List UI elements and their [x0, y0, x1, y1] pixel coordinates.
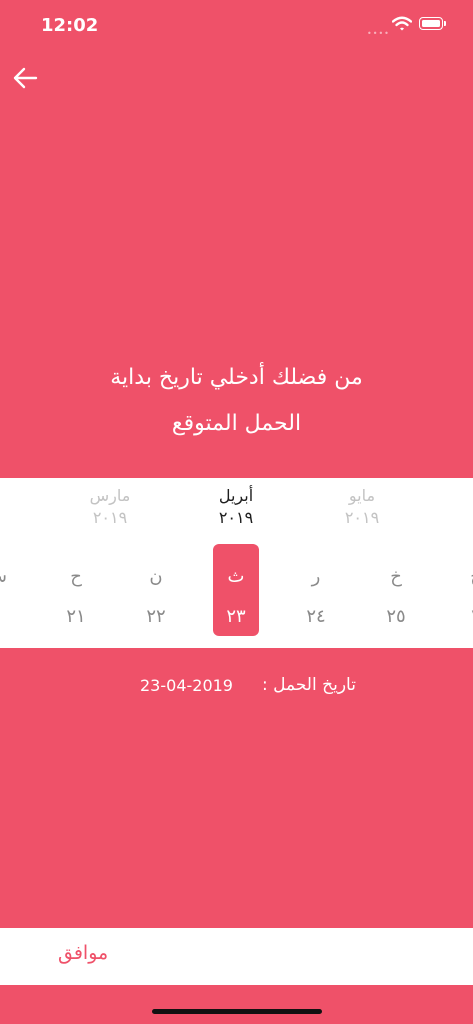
pregnancy-date-label: تاريخ الحمل : [262, 675, 356, 695]
pregnancy-date-value: 23-04-2019 [140, 676, 233, 695]
month-name: أبريل [218, 486, 254, 505]
home-indicator [152, 1009, 322, 1014]
month-year: ٢٠١٩ [218, 508, 254, 527]
status-bar: 12:02 •••• [0, 0, 473, 50]
month-item[interactable]: مايو ٢٠١٩ [317, 486, 407, 530]
day-number: ٢١ [66, 606, 86, 627]
day-letter: خ [390, 566, 402, 587]
day-item-selected[interactable]: ث ٢٣ [213, 544, 259, 636]
month-item[interactable]: فـ ١ [0, 486, 37, 530]
day-number: ٠ [0, 606, 19, 628]
month-item[interactable]: مارس ٢٠١٩ [65, 486, 155, 530]
day-item[interactable]: ح ٢١ [53, 544, 99, 636]
day-number: ٢ [453, 606, 473, 628]
prompt-line-1: من فضلك أدخلي تاريخ بداية [110, 365, 363, 390]
day-letter: ح [70, 566, 82, 587]
back-arrow-icon[interactable] [10, 62, 42, 94]
day-item[interactable]: خ ٢٥ [373, 544, 419, 636]
day-item[interactable]: ج ٢ [453, 544, 473, 636]
day-item[interactable]: ن ٢٢ [133, 544, 179, 636]
day-letter: ر [311, 566, 321, 587]
day-number: ٢٢ [146, 606, 166, 627]
prompt-line-2: الحمل المتوقع [171, 411, 302, 436]
battery-icon [419, 17, 446, 30]
month-year: ١ [0, 506, 37, 530]
day-number: ٢٥ [386, 606, 406, 627]
month-name: مايو [348, 486, 376, 505]
wifi-icon [392, 16, 412, 31]
signal-icon: •••• [367, 29, 390, 38]
day-item[interactable]: ر ٢٤ [293, 544, 339, 636]
month-name: فـ [0, 486, 37, 506]
day-letter: س [0, 566, 19, 588]
month-name: مارس [89, 486, 131, 505]
status-time: 12:02 [41, 15, 99, 36]
day-letter: ج [453, 566, 473, 588]
day-letter: ن [149, 566, 163, 587]
ok-button[interactable]: موافق [58, 942, 108, 964]
month-item-selected[interactable]: أبريل ٢٠١٩ [191, 486, 281, 530]
footer-bar: موافق [0, 928, 473, 985]
month-year: ٢٠١٩ [344, 508, 380, 527]
prompt-heading: من فضلك أدخلي تاريخ بداية الحمل المتوقع [40, 355, 433, 447]
month-year: ٢٠١٩ [92, 508, 128, 527]
day-letter: ث [227, 566, 245, 587]
day-number: ٢٤ [306, 606, 326, 627]
day-item[interactable]: س ٠ [0, 544, 19, 636]
month-year: ٢ [437, 506, 473, 530]
day-number: ٢٣ [226, 606, 246, 627]
month-name: يو [437, 486, 473, 506]
date-picker[interactable]: فـ ١ مارس ٢٠١٩ أبريل ٢٠١٩ مايو ٢٠١٩ يو ٢… [0, 478, 473, 648]
month-item[interactable]: يو ٢ [437, 486, 473, 530]
